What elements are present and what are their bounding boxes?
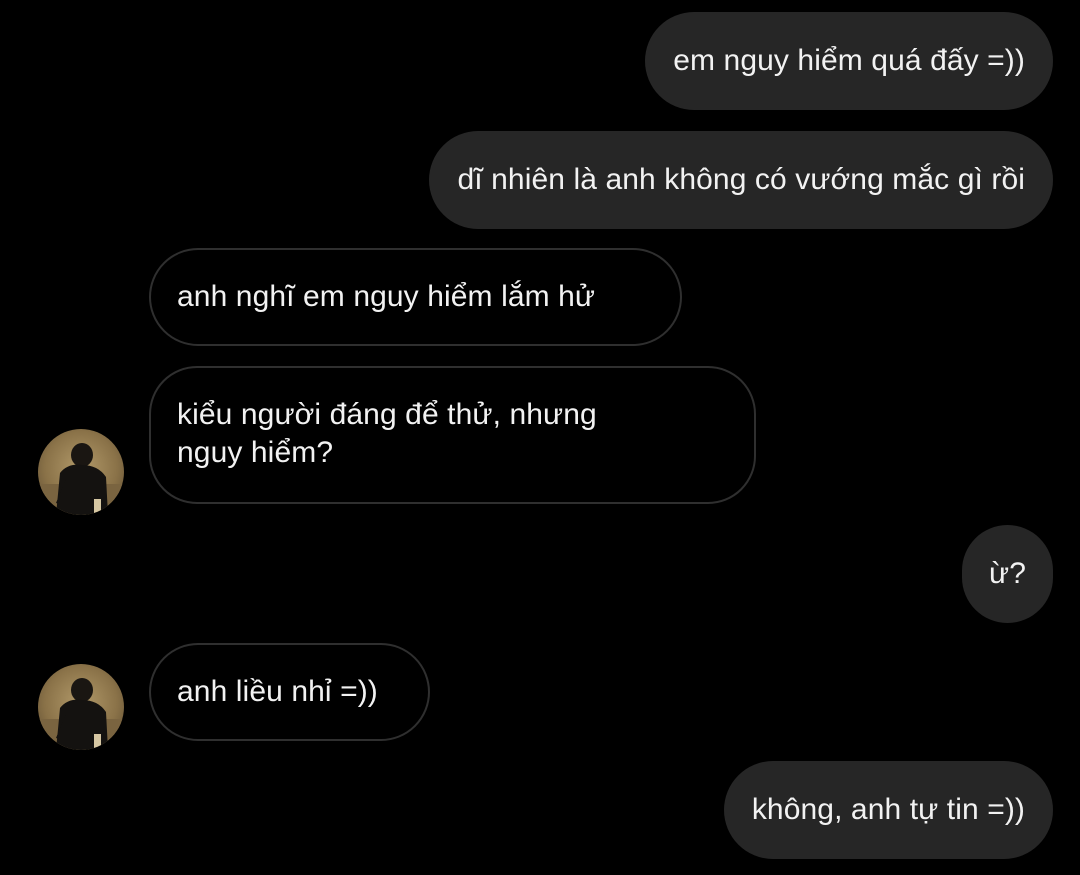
message-bubble-sent[interactable]: em nguy hiểm quá đấy =)) [645,12,1053,110]
message-bubble-sent[interactable]: dĩ nhiên là anh không có vướng mắc gì rồ… [429,131,1053,229]
message-text: em nguy hiểm quá đấy =)) [673,44,1025,77]
sender-avatar[interactable] [38,664,124,750]
message-text: anh liều nhỉ =)) [177,675,378,708]
message-text: anh nghĩ em nguy hiểm lắm hử [177,280,596,313]
avatar-photo-icon [38,664,124,750]
message-text: ừ? [989,557,1026,590]
message-bubble-received[interactable]: kiểu người đáng để thử, nhưng nguy hiểm? [149,366,756,504]
avatar-photo-icon [38,429,124,515]
message-text: kiểu người đáng để thử, nhưng nguy hiểm? [177,398,597,469]
message-text: không, anh tự tin =)) [751,793,1025,826]
message-bubble-sent[interactable]: ừ? [962,525,1053,623]
message-bubble-received[interactable]: anh nghĩ em nguy hiểm lắm hử [149,248,682,346]
message-text: dĩ nhiên là anh không có vướng mắc gì rồ… [457,163,1025,196]
message-bubble-sent[interactable]: không, anh tự tin =)) [723,761,1053,859]
message-bubble-received[interactable]: anh liều nhỉ =)) [149,643,430,741]
sender-avatar[interactable] [38,429,124,515]
